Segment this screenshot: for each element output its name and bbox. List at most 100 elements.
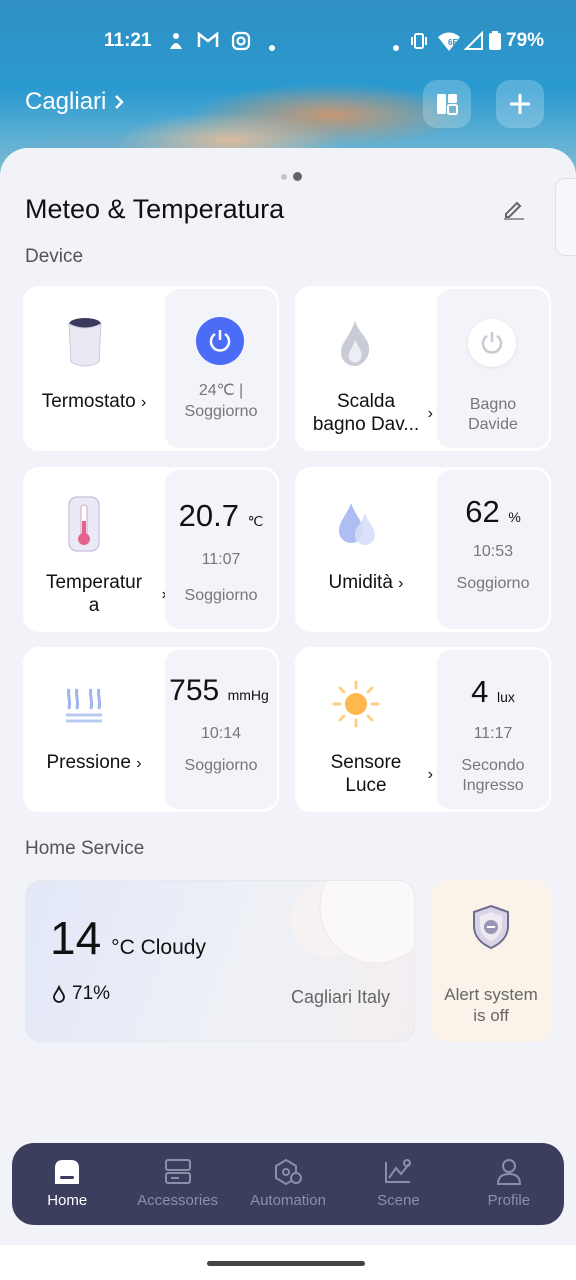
thermostat-icon [68,318,102,367]
device-reading-panel: 755 mmHg 10:14 Soggiorno [165,650,277,809]
reading-time: 10:14 [200,725,242,742]
nav-label: Automation [250,1192,326,1209]
device-room-line2: Ingresso [462,777,524,794]
reading-value: 4 [471,674,489,709]
power-on-button[interactable] [196,317,244,365]
reading-unit: mmHg [227,687,269,703]
device-reading-panel: 62 % 10:53 Soggiorno [437,470,549,629]
alert-system-card[interactable]: Alert system is off [431,880,551,1042]
nav-label: Scene [377,1192,420,1209]
power-off-button[interactable] [468,319,516,367]
accessories-icon [164,1159,191,1184]
battery-icon [488,31,502,56]
weather-location: Cagliari Italy [290,987,390,1007]
device-room-line2: Davide [468,416,518,433]
reading-unit: lux [496,689,515,705]
section-device: Device [25,246,84,267]
notification-app-icon [166,31,186,56]
plus-icon [510,94,530,114]
device-room-line1: Bagno [469,396,517,413]
device-room-line1: Secondo [461,757,525,774]
weather-condition: °C Cloudy [111,936,206,959]
chevron-right-icon: › [427,405,433,422]
device-room: Soggiorno [456,575,530,592]
device-name-line2: Luce [345,775,387,796]
device-room: Soggiorno [184,757,258,774]
scene-icon [385,1159,412,1183]
sun-icon [332,680,380,728]
reading-unit: ℃ [247,513,264,529]
reading-value: 62 [465,494,500,529]
thermometer-icon [68,496,100,552]
next-page-peek [555,178,576,256]
reading-unit: % [508,509,521,525]
gesture-home-bar[interactable] [207,1261,365,1266]
reading-time: 11:07 [201,551,241,568]
reading-time: 10:53 [472,543,514,560]
cellular-signal-icon [463,30,484,56]
edit-button[interactable] [502,196,526,225]
device-name: Termostato [41,391,136,412]
location-name: Cagliari [25,88,107,115]
device-name-line2: bagno Dav... [312,414,420,435]
dashboard-layout-icon [437,94,458,115]
alert-status-line2: is off [473,1006,509,1025]
device-card-scalda-bagno[interactable]: Scalda bagno Dav... › Bagno Davide [295,286,551,451]
dot-icon [392,36,400,57]
chevron-right-icon: › [427,766,433,783]
humidity-drop-icon [53,985,65,1003]
device-name-line2: a [88,595,100,616]
page-title: Meteo & Temperatura [25,194,285,224]
device-room: Soggiorno [184,587,258,604]
add-button[interactable] [496,80,544,128]
device-reading-panel: 4 lux 11:17 Secondo Ingresso [437,650,549,809]
reading-value: 20.7 [178,498,239,533]
nav-accessories[interactable]: Accessories [122,1143,232,1225]
nav-label: Accessories [137,1192,219,1209]
weather-temp: 14 [50,912,102,964]
layout-button[interactable] [423,80,471,128]
device-status-panel[interactable]: Bagno Davide [437,289,549,448]
automation-icon [275,1158,303,1186]
device-status-panel[interactable]: 24℃ | Soggiorno [165,289,277,448]
vibrate-icon [409,31,429,56]
shield-icon [473,904,509,950]
chevron-right-icon: › [398,575,404,592]
nav-profile[interactable]: Profile [454,1143,564,1225]
more-notifications-dot-icon [268,36,276,57]
device-card-termostato[interactable]: Termostato › 24℃ | Soggiorno [23,286,279,451]
device-card-pressione[interactable]: Pressione › 755 mmHg 10:14 Soggiorno [23,647,279,812]
battery-percent: 79% [506,30,545,51]
device-name: Pressione [46,752,131,773]
device-card-umidita[interactable]: Umidità › 62 % 10:53 Soggiorno [295,467,551,632]
pressure-icon [66,688,102,723]
device-name-line1: Temperatur [45,572,143,593]
bottom-navigation: Home Accessories Automation Scene Profil… [12,1143,564,1225]
gmail-icon [197,31,219,54]
section-home-service: Home Service [25,838,145,859]
status-time: 11:21 [104,30,152,51]
cloud-decoration-icon [291,881,414,964]
flame-icon [341,320,370,366]
weather-humidity: 71% [72,983,111,1004]
device-card-sensore-luce[interactable]: Sensore Luce › 4 lux 11:17 Secondo Ingre… [295,647,551,812]
chevron-right-icon: › [140,394,147,411]
pencil-icon [504,201,524,220]
reading-time: 11:17 [473,725,513,742]
status-bar: 11:21 6E 79% [0,28,576,56]
nav-automation[interactable]: Automation [233,1143,343,1225]
nav-home[interactable]: Home [12,1143,122,1225]
svg-text:6E: 6E [448,38,458,47]
humidity-drops-icon [339,503,375,545]
device-card-temperatura[interactable]: Temperatur a › 20.7 ℃ 11:07 Soggiorno [23,467,279,632]
chevron-right-icon [115,95,125,109]
nav-scene[interactable]: Scene [343,1143,453,1225]
alert-status-line1: Alert system [444,985,538,1004]
power-icon [481,332,503,354]
device-name: Umidità [328,572,393,593]
device-name-line1: Scalda [336,391,396,412]
nav-label: Profile [487,1192,531,1209]
location-selector[interactable]: Cagliari [25,88,125,116]
reading-value: 755 [169,674,220,707]
weather-card[interactable]: 14 °C Cloudy 71% Cagliari Italy [25,880,415,1042]
